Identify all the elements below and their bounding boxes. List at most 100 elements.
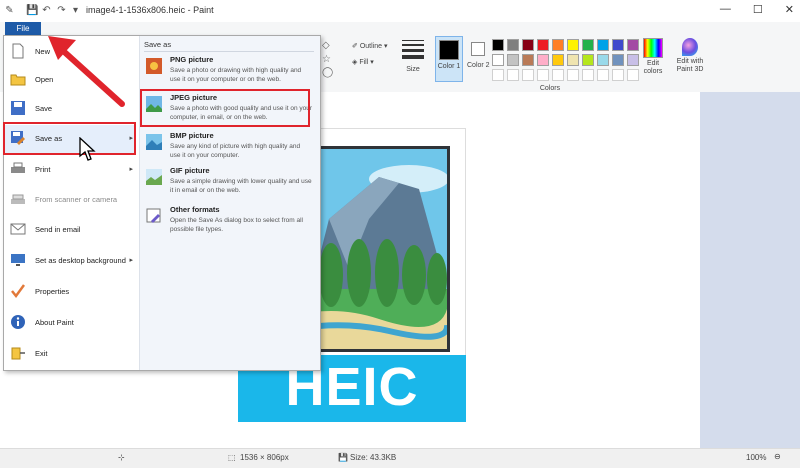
- palette-swatch[interactable]: [612, 39, 624, 51]
- size-button[interactable]: [402, 40, 424, 59]
- maximize-icon[interactable]: ☐: [753, 3, 763, 16]
- color2-button[interactable]: Color 2: [467, 36, 490, 82]
- save-as-png[interactable]: PNG picture Save a photo or drawing with …: [143, 55, 313, 87]
- palette-swatch[interactable]: [507, 69, 519, 81]
- gif-picture-icon: [145, 168, 163, 186]
- menu-item-label: Set as desktop background: [35, 256, 126, 265]
- jpeg-highlight: [140, 89, 310, 127]
- zoom-level: 100%: [746, 453, 767, 462]
- menu-item-send-email[interactable]: Send in email: [4, 216, 136, 244]
- palette-swatch[interactable]: [492, 69, 504, 81]
- save-icon: [10, 100, 26, 116]
- minimize-icon[interactable]: —: [720, 3, 731, 16]
- window-title: image4-1-1536x806.heic - Paint: [86, 5, 214, 15]
- palette-swatch[interactable]: [522, 39, 534, 51]
- submenu-arrow-icon: ▸: [129, 166, 133, 173]
- palette-swatch[interactable]: [612, 69, 624, 81]
- menu-item-label: About Paint: [35, 318, 74, 327]
- desktop-icon: [10, 252, 26, 268]
- submenu-title: Save as: [144, 40, 172, 49]
- palette-swatch[interactable]: [582, 39, 594, 51]
- edit-colors-icon: [643, 38, 663, 58]
- dimensions-icon: ⬚: [228, 453, 236, 462]
- menu-item-about-paint[interactable]: About Paint: [4, 309, 136, 337]
- palette-swatch[interactable]: [537, 54, 549, 66]
- menu-item-print[interactable]: Print ▸: [4, 156, 136, 184]
- palette-swatch[interactable]: [522, 69, 534, 81]
- palette-swatch[interactable]: [627, 39, 639, 51]
- palette-swatch[interactable]: [627, 69, 639, 81]
- palette-swatch[interactable]: [492, 39, 504, 51]
- customize-icon[interactable]: ▾: [70, 5, 81, 16]
- edit-paint3d-button[interactable]: Edit with Paint 3D: [672, 38, 708, 74]
- save-as-other-formats[interactable]: Other formats Open the Save As dialog box…: [143, 205, 313, 237]
- menu-item-label: Exit: [35, 349, 48, 358]
- palette-swatch[interactable]: [507, 54, 519, 66]
- open-folder-icon: [10, 71, 26, 87]
- shape-icon[interactable]: ☆: [322, 54, 331, 65]
- size-label: Size: [406, 66, 420, 73]
- palette-swatch[interactable]: [537, 39, 549, 51]
- file-tab[interactable]: File: [5, 22, 41, 35]
- exit-icon: [10, 345, 26, 361]
- palette-swatch[interactable]: [552, 39, 564, 51]
- palette-swatch[interactable]: [552, 69, 564, 81]
- palette-swatch[interactable]: [597, 69, 609, 81]
- palette-swatch[interactable]: [582, 54, 594, 66]
- palette-swatch[interactable]: [627, 54, 639, 66]
- submenu-divider: [144, 51, 314, 52]
- save-as-gif[interactable]: GIF picture Save a simple drawing with lo…: [143, 166, 313, 198]
- new-file-icon: [10, 43, 26, 59]
- dimensions-text: 1536 × 806px: [240, 453, 289, 462]
- palette-swatch[interactable]: [567, 39, 579, 51]
- palette-swatch[interactable]: [537, 69, 549, 81]
- outline-button[interactable]: ✐ Outline ▾: [352, 42, 387, 50]
- shape-icon[interactable]: ◇: [322, 40, 330, 51]
- menu-item-from-scanner[interactable]: From scanner or camera: [4, 186, 136, 214]
- save-as-highlight: [3, 122, 136, 155]
- outline-icon: ✐: [352, 43, 360, 50]
- menu-item-properties[interactable]: Properties: [4, 278, 136, 306]
- format-title: Other formats: [170, 205, 220, 214]
- format-title: GIF picture: [170, 166, 210, 175]
- menu-item-exit[interactable]: Exit: [4, 340, 136, 368]
- color1-button[interactable]: Color 1: [435, 36, 463, 82]
- color1-label: Color 1: [437, 63, 461, 70]
- paint-app-icon: ✎: [5, 5, 14, 16]
- palette-swatch[interactable]: [552, 54, 564, 66]
- shape-icon[interactable]: ◯: [322, 67, 333, 78]
- palette-swatch[interactable]: [597, 39, 609, 51]
- paint3d-icon: [682, 38, 698, 56]
- close-icon[interactable]: ✕: [785, 3, 794, 16]
- palette-swatch[interactable]: [507, 39, 519, 51]
- undo-icon[interactable]: ↶: [41, 5, 52, 16]
- title-bar: ✎ 💾 ↶ ↷ ▾ image4-1-1536x806.heic - Paint…: [0, 0, 800, 22]
- palette-swatch[interactable]: [612, 54, 624, 66]
- edit-colors-button[interactable]: Edit colors: [640, 38, 666, 76]
- zoom-out-button[interactable]: ⊖: [774, 452, 781, 461]
- palette-swatch[interactable]: [492, 54, 504, 66]
- palette-swatch[interactable]: [597, 54, 609, 66]
- red-arrow-icon: [48, 36, 125, 107]
- scanner-icon: [10, 191, 26, 207]
- save-icon[interactable]: 💾: [26, 5, 38, 16]
- palette-swatch[interactable]: [522, 54, 534, 66]
- format-title: PNG picture: [170, 55, 214, 64]
- file-size-icon: 💾: [338, 453, 348, 462]
- redo-icon[interactable]: ↷: [56, 5, 67, 16]
- bmp-picture-icon: [145, 133, 163, 151]
- palette-swatch[interactable]: [582, 69, 594, 81]
- menu-item-label: Send in email: [35, 225, 81, 234]
- mouse-cursor-icon: [79, 137, 96, 161]
- file-size-text: Size: 43.3KB: [350, 453, 397, 462]
- palette-swatch[interactable]: [567, 69, 579, 81]
- menu-item-set-desktop-bg[interactable]: Set as desktop background ▸: [4, 247, 136, 275]
- fill-button[interactable]: ◈ Fill ▾: [352, 58, 374, 66]
- png-picture-icon: [145, 57, 163, 75]
- email-icon: [10, 221, 26, 237]
- palette-swatch[interactable]: [567, 54, 579, 66]
- format-title: BMP picture: [170, 131, 214, 140]
- menu-item-label: From scanner or camera: [35, 195, 118, 204]
- printer-icon: [10, 161, 26, 177]
- save-as-bmp[interactable]: BMP picture Save any kind of picture with…: [143, 131, 313, 163]
